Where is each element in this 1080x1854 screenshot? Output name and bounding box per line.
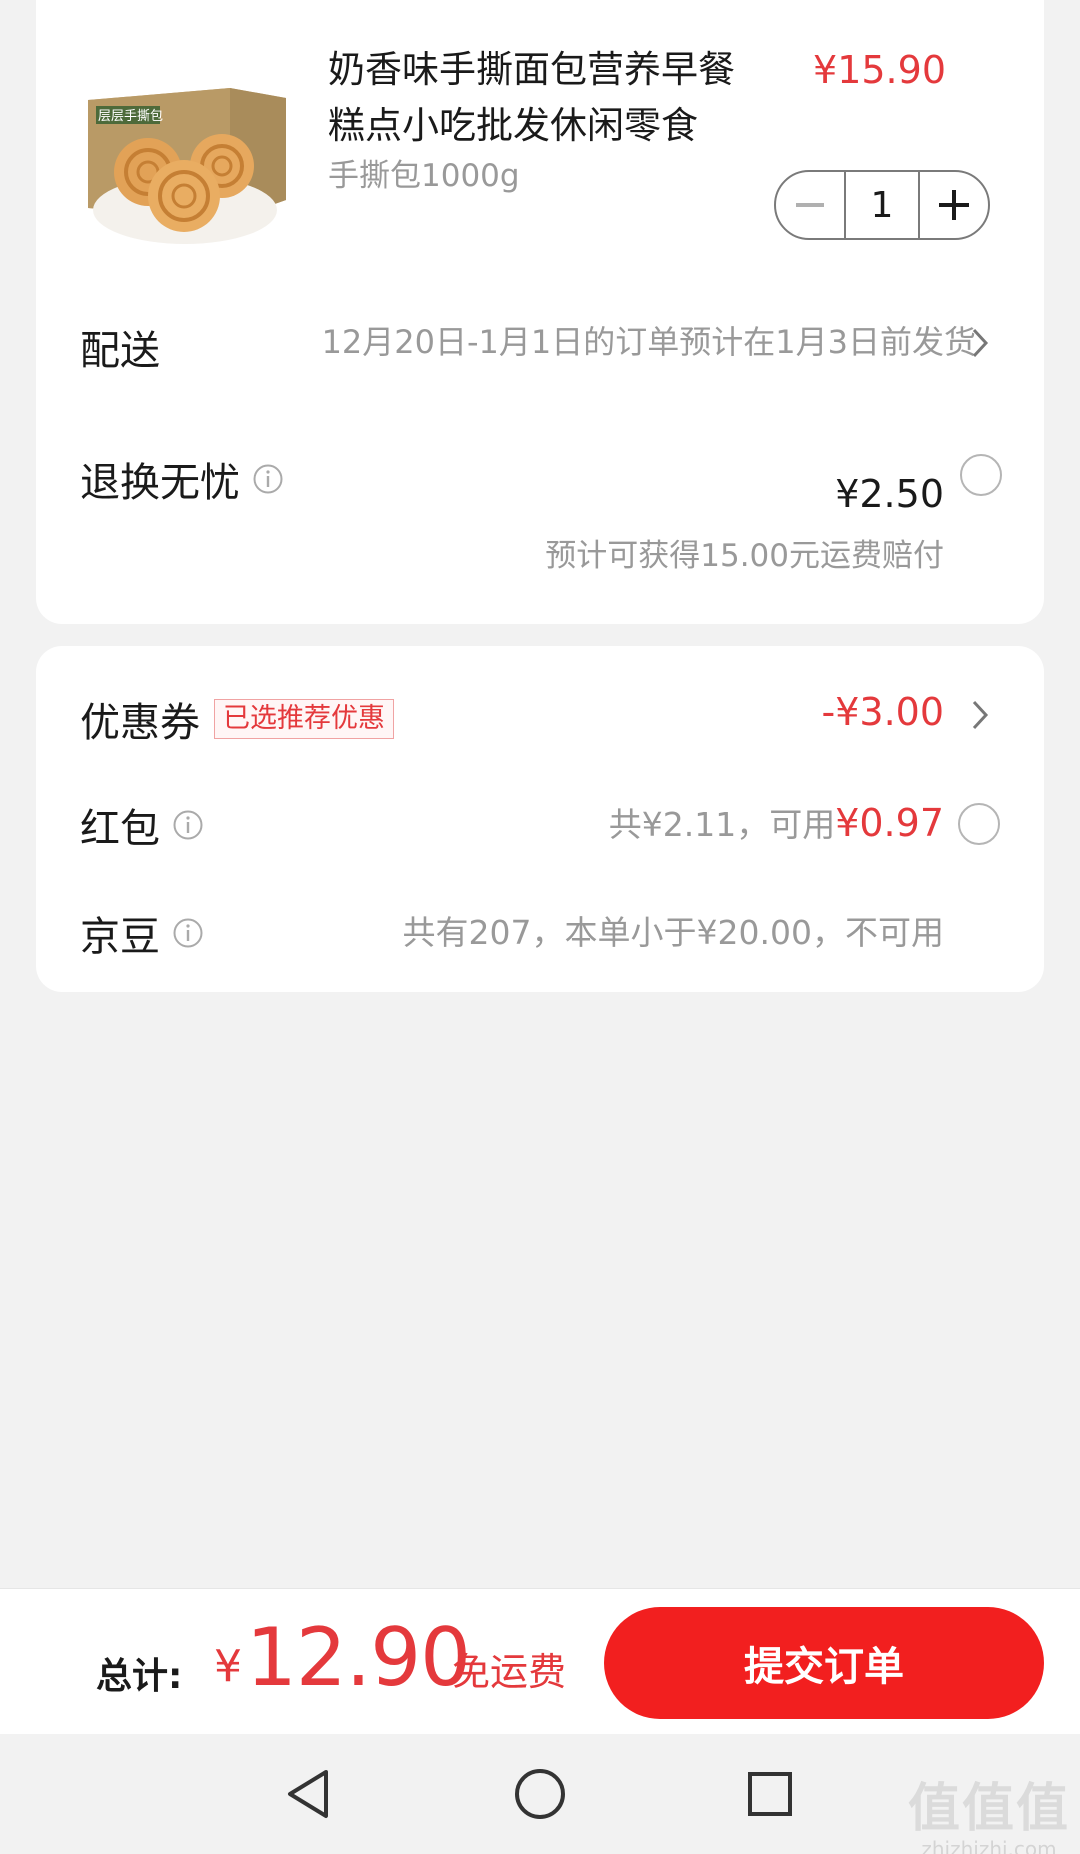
recents-icon[interactable] [740,1764,800,1824]
delivery-chevron-icon[interactable] [970,326,990,364]
back-icon[interactable] [278,1764,338,1824]
insurance-price: ¥2.50 [835,472,944,516]
submit-order-button[interactable]: 提交订单 [604,1607,1044,1719]
coupon-label: 优惠券 [80,700,200,746]
hongbao-total-text: 共¥2.11，可用 [608,805,836,844]
coupon-amount[interactable]: -¥3.00 [822,690,945,734]
quantity-stepper: 1 [774,170,990,240]
delivery-label: 配送 [80,328,160,374]
order-card: 层层手撕包 奶香味手撕面包营养早餐糕点小吃批发休闲零食 ¥15.90 手撕包10… [36,0,1044,624]
quantity-value[interactable]: 1 [844,172,920,238]
insurance-subtext: 预计可获得15.00元运费赔付 [545,538,944,574]
jingdou-label: 京豆 [80,914,160,960]
watermark-url: zhizhizhi.com [921,1837,1057,1854]
shipping-status: 免运费 [452,1650,567,1694]
total-currency: ¥ [214,1641,242,1692]
jingdou-text: 共有207，本单小于¥20.00，不可用 [402,913,944,952]
delivery-text[interactable]: 12月20日-1月1日的订单预计在1月3日前发货 [266,316,976,368]
home-icon[interactable] [510,1764,570,1824]
product-spec[interactable]: 手撕包1000g [328,150,520,195]
insurance-info-icon[interactable] [252,463,284,495]
increase-button[interactable] [920,172,988,238]
total-amount: 12.90 [246,1611,471,1704]
hongbao-info-icon[interactable] [172,809,204,841]
plus-icon [939,190,969,220]
minus-icon [796,203,824,207]
watermark: 值值值 zhizhizhi.com [908,1766,1070,1854]
hongbao-row: 红包 [80,796,204,854]
hongbao-radio[interactable] [958,803,1000,845]
hongbao-summary: 共¥2.11，可用¥0.97 [609,798,944,846]
watermark-logo: 值值值 [907,1779,1070,1839]
coupon-tag: 已选推荐优惠 [214,699,394,739]
insurance-row: 退换无忧 [80,450,284,508]
coupon-row[interactable]: 优惠券 已选推荐优惠 [80,690,394,748]
product-title[interactable]: 奶香味手撕面包营养早餐糕点小吃批发休闲零食 [328,42,748,154]
jingdou-info-icon[interactable] [172,917,204,949]
product-thumbnail[interactable]: 层层手撕包 [80,50,290,260]
decrease-button[interactable] [776,172,844,238]
coupon-chevron-icon[interactable] [970,698,990,736]
checkout-page: 层层手撕包 奶香味手撕面包营养早餐糕点小吃批发休闲零食 ¥15.90 手撕包10… [0,0,1080,1854]
insurance-radio[interactable] [960,454,1002,496]
insurance-label: 退换无忧 [80,460,240,506]
hongbao-label: 红包 [80,806,160,852]
hongbao-available: ¥0.97 [835,801,944,845]
product-price: ¥15.90 [813,48,946,92]
discount-card: 优惠券 已选推荐优惠 -¥3.00 红包 共¥2.11，可用¥0.97 京豆 共… [36,646,1044,992]
total-label: 总计: [96,1656,183,1697]
box-label: 层层手撕包 [98,109,163,124]
jingdou-row: 京豆 [80,904,204,962]
checkout-bar: 总计: ¥ 12.90 免运费 提交订单 [0,1588,1080,1734]
